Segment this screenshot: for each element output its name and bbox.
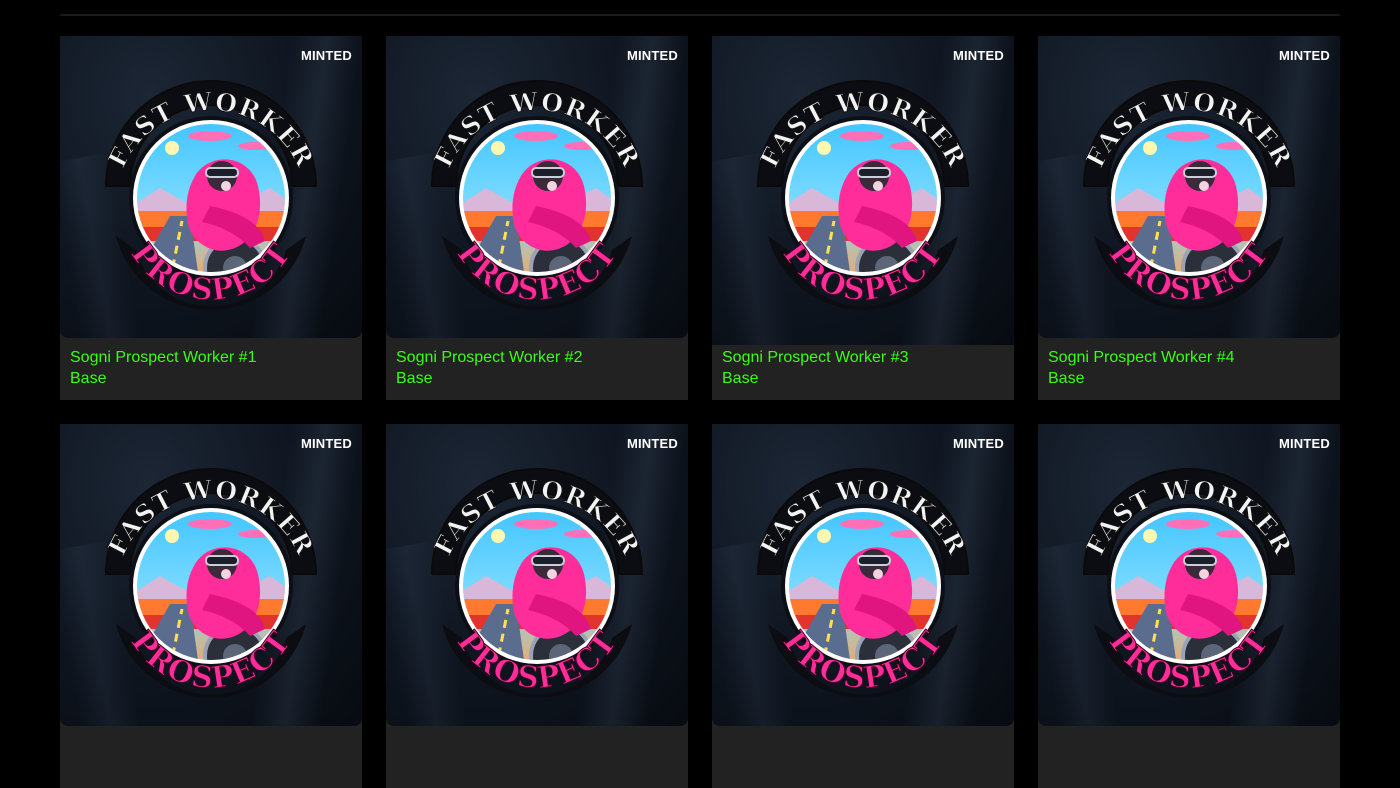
card-info: Sogni Prospect Worker #2 Base [396,347,582,389]
patch-art: FAST WORKER PROSPECT [1038,424,1340,726]
nft-grid: FAST WORKER PROSPECT MINTED Sogni Prospe… [60,36,1340,788]
card-tier: Base [722,370,759,387]
card-tier: Base [396,370,433,387]
card-title[interactable]: Sogni Prospect Worker #4 [1048,347,1234,368]
nft-image[interactable]: FAST WORKER PROSPECT MINTED [386,36,688,338]
patch-art: FAST WORKER PROSPECT [712,424,1014,726]
minted-badge: MINTED [300,48,352,63]
card-tier: Base [70,370,107,387]
nft-image[interactable]: FAST WORKER PROSPECT MINTED [1038,424,1340,726]
minted-badge: MINTED [952,436,1004,451]
patch-art: FAST WORKER PROSPECT [60,424,362,726]
top-divider [60,14,1340,16]
nft-image[interactable]: FAST WORKER PROSPECT MINTED [1038,36,1340,338]
nft-card[interactable]: FAST WORKER PROSPECT MINTED [60,424,362,788]
minted-badge: MINTED [1278,48,1330,63]
card-title[interactable]: Sogni Prospect Worker #1 [70,347,256,368]
patch-art: FAST WORKER PROSPECT [60,36,362,338]
nft-card[interactable]: FAST WORKER PROSPECT MINTED Sogni Prospe… [60,36,362,400]
nft-image[interactable]: FAST WORKER PROSPECT MINTED [386,424,688,726]
card-info: Sogni Prospect Worker #4 Base [1048,347,1234,389]
card-info: Sogni Prospect Worker #3 Base [722,347,908,389]
patch-art: FAST WORKER PROSPECT [386,424,688,726]
nft-card[interactable]: FAST WORKER PROSPECT MINTED Sogni Prospe… [712,36,1014,400]
nft-card[interactable]: FAST WORKER PROSPECT MINTED [712,424,1014,788]
minted-badge: MINTED [300,436,352,451]
nft-image[interactable]: FAST WORKER PROSPECT MINTED [712,36,1014,345]
nft-image[interactable]: FAST WORKER PROSPECT MINTED [712,424,1014,726]
nft-card[interactable]: FAST WORKER PROSPECT MINTED [386,424,688,788]
card-info: Sogni Prospect Worker #1 Base [70,347,256,389]
minted-badge: MINTED [1278,436,1330,451]
minted-badge: MINTED [952,48,1004,63]
minted-badge: MINTED [626,436,678,451]
card-title[interactable]: Sogni Prospect Worker #3 [722,347,908,368]
patch-art: FAST WORKER PROSPECT [386,36,688,338]
card-tier: Base [1048,370,1085,387]
patch-art: FAST WORKER PROSPECT [712,36,1014,338]
nft-card[interactable]: FAST WORKER PROSPECT MINTED Sogni Prospe… [386,36,688,400]
minted-badge: MINTED [626,48,678,63]
nft-image[interactable]: FAST WORKER PROSPECT MINTED [60,36,362,338]
nft-card[interactable]: FAST WORKER PROSPECT MINTED Sogni Prospe… [1038,36,1340,400]
nft-card[interactable]: FAST WORKER PROSPECT MINTED [1038,424,1340,788]
nft-image[interactable]: FAST WORKER PROSPECT MINTED [60,424,362,726]
card-title[interactable]: Sogni Prospect Worker #2 [396,347,582,368]
patch-art: FAST WORKER PROSPECT [1038,36,1340,338]
